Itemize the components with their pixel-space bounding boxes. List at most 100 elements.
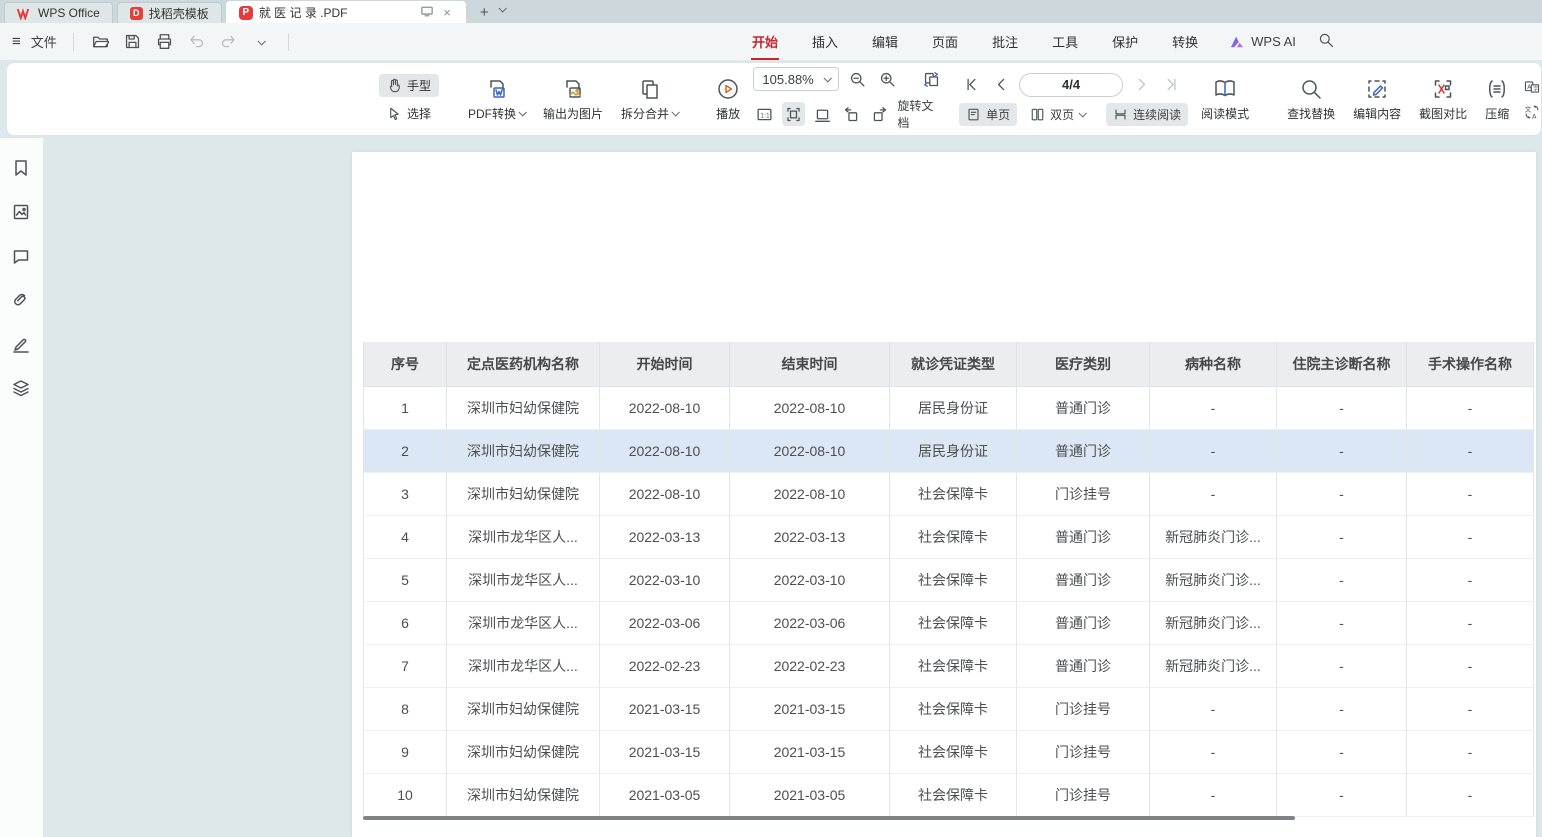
table-cell: - — [1277, 473, 1407, 515]
rotate-right-button[interactable] — [869, 102, 892, 126]
table-cell: 门诊挂号 — [1017, 473, 1150, 515]
tab-wps-office-label: WPS Office — [38, 6, 100, 20]
edit-content-label: 编辑内容 — [1353, 105, 1401, 122]
single-page-button[interactable]: 单页 — [959, 103, 1017, 126]
read-mode-button[interactable]: 阅读模式 — [1192, 75, 1258, 124]
first-page-button[interactable] — [959, 73, 983, 97]
table-cell: - — [1407, 731, 1534, 773]
open-file-button[interactable] — [90, 31, 112, 53]
print-button[interactable] — [154, 31, 176, 53]
file-menu[interactable]: 文件 — [31, 32, 57, 51]
menu-item-annotate[interactable]: 批注 — [975, 24, 1035, 59]
wps-ai-icon — [1229, 35, 1245, 49]
table-cell: 2022-02-23 — [730, 645, 890, 687]
table-cell: 普通门诊 — [1017, 645, 1150, 687]
full-translate-button[interactable]: A 字 全文翻译 — [1524, 78, 1542, 95]
page-number-input[interactable] — [1019, 73, 1123, 97]
table-cell: 社会保障卡 — [890, 688, 1017, 730]
table-cell: 新冠肺炎门诊... — [1150, 602, 1277, 644]
double-page-button[interactable]: 双页 — [1023, 103, 1092, 126]
next-page-button[interactable] — [1129, 73, 1153, 97]
menu-item-home[interactable]: 开始 — [735, 24, 795, 59]
fit-width-button[interactable] — [811, 102, 834, 126]
edit-content-button[interactable]: 编辑内容 — [1344, 75, 1410, 124]
menu-item-edit[interactable]: 编辑 — [855, 24, 915, 59]
zoom-view-group: 105.88% 1:1 — [753, 67, 943, 131]
continuous-read-button[interactable]: 连续阅读 — [1106, 103, 1188, 126]
table-row: 9深圳市妇幼保健院2021-03-152021-03-15社会保障卡门诊挂号--… — [363, 731, 1534, 774]
undo-button[interactable] — [186, 31, 208, 53]
tab-docer[interactable]: D 找稻壳模板 — [117, 2, 222, 23]
table-cell: 2021-03-15 — [730, 688, 890, 730]
menu-item-page[interactable]: 页面 — [915, 24, 975, 59]
pdf-convert-button[interactable]: PDF转换 — [459, 75, 534, 124]
word-translate-button[interactable]: 文 A 划词翻译 — [1524, 103, 1542, 120]
thumbnail-icon[interactable] — [11, 202, 33, 224]
table-cell: 新冠肺炎门诊... — [1150, 516, 1277, 558]
prev-page-button[interactable] — [989, 73, 1013, 97]
save-button[interactable] — [122, 31, 144, 53]
comment-icon[interactable] — [11, 246, 33, 268]
svg-text:1:1: 1:1 — [760, 112, 770, 119]
menu-item-convert[interactable]: 转换 — [1155, 24, 1215, 59]
new-tab-button[interactable]: + — [480, 4, 489, 23]
rotate-left-button[interactable] — [840, 102, 863, 126]
compress-button[interactable]: 压缩 — [1476, 75, 1518, 124]
zoom-out-button[interactable] — [845, 67, 869, 91]
menu-item-insert[interactable]: 插入 — [795, 24, 855, 59]
wps-ai-button[interactable]: WPS AI — [1229, 34, 1296, 49]
menu-search-icon[interactable] — [1318, 32, 1334, 51]
table-header-cell: 开始时间 — [600, 342, 730, 386]
hand-tool-button[interactable]: 手型 — [379, 74, 439, 97]
select-tool-button[interactable]: 选择 — [379, 102, 439, 125]
tab-document[interactable]: P 就 医 记 录 .PDF × — [226, 1, 466, 23]
zoom-in-button[interactable] — [875, 67, 899, 91]
single-page-icon — [966, 107, 981, 122]
signature-icon[interactable] — [11, 334, 33, 356]
pdf-convert-label: PDF转换 — [468, 105, 516, 122]
fit-page-button[interactable] — [782, 102, 805, 126]
table-horizontal-scrollbar[interactable] — [363, 816, 1295, 820]
screenshot-compare-button[interactable]: 截图对比 — [1410, 75, 1476, 124]
table-cell: 社会保障卡 — [890, 774, 1017, 816]
table-cell: 1 — [363, 387, 447, 429]
quickbar-chevron-icon[interactable] — [250, 31, 272, 53]
pdf-convert-icon — [485, 77, 509, 101]
export-image-button[interactable]: 输出为图片 — [534, 75, 612, 124]
table-cell: 社会保障卡 — [890, 731, 1017, 773]
redo-button[interactable] — [218, 31, 240, 53]
play-label: 播放 — [716, 105, 740, 122]
table-header-row: 序号定点医药机构名称开始时间结束时间就诊凭证类型医疗类别病种名称住院主诊断名称手… — [363, 342, 1534, 387]
table-cell: - — [1407, 774, 1534, 816]
layers-icon[interactable] — [11, 378, 33, 400]
actual-size-button[interactable]: 1:1 — [753, 102, 776, 126]
menu-item-tools[interactable]: 工具 — [1035, 24, 1095, 59]
last-page-button[interactable] — [1159, 73, 1183, 97]
close-tab-icon[interactable]: × — [441, 5, 453, 20]
attachment-icon[interactable] — [11, 290, 33, 312]
table-cell: 社会保障卡 — [890, 516, 1017, 558]
word-translate-icon: 文 A — [1524, 104, 1540, 120]
table-row: 6深圳市龙华区人...2022-03-062022-03-06社会保障卡普通门诊… — [363, 602, 1534, 645]
split-merge-button[interactable]: 拆分合并 — [612, 75, 687, 124]
monitor-icon[interactable] — [419, 6, 435, 20]
table-cell: 社会保障卡 — [890, 645, 1017, 687]
table-cell: 深圳市龙华区人... — [447, 516, 600, 558]
zoom-level-select[interactable]: 105.88% — [753, 67, 839, 91]
find-replace-button[interactable]: 查找替换 — [1278, 75, 1344, 124]
table-header-cell: 手术操作名称 — [1407, 342, 1534, 386]
bookmark-icon[interactable] — [11, 158, 33, 180]
play-button[interactable]: 播放 — [707, 75, 749, 124]
table-cell: - — [1150, 387, 1277, 429]
table-cell: 居民身份证 — [890, 387, 1017, 429]
find-replace-icon — [1299, 77, 1323, 101]
rotate-doc-label[interactable]: 旋转文档 — [897, 97, 943, 131]
document-canvas[interactable]: 序号定点医药机构名称开始时间结束时间就诊凭证类型医疗类别病种名称住院主诊断名称手… — [45, 138, 1542, 837]
rotate-doc-icon[interactable] — [919, 67, 943, 91]
menu-item-protect[interactable]: 保护 — [1095, 24, 1155, 59]
table-cell: - — [1407, 516, 1534, 558]
table-cell: 6 — [363, 602, 447, 644]
table-cell: - — [1150, 774, 1277, 816]
tab-list-chevron-icon[interactable] — [499, 0, 505, 17]
tab-wps-office[interactable]: WPS Office — [4, 2, 113, 23]
